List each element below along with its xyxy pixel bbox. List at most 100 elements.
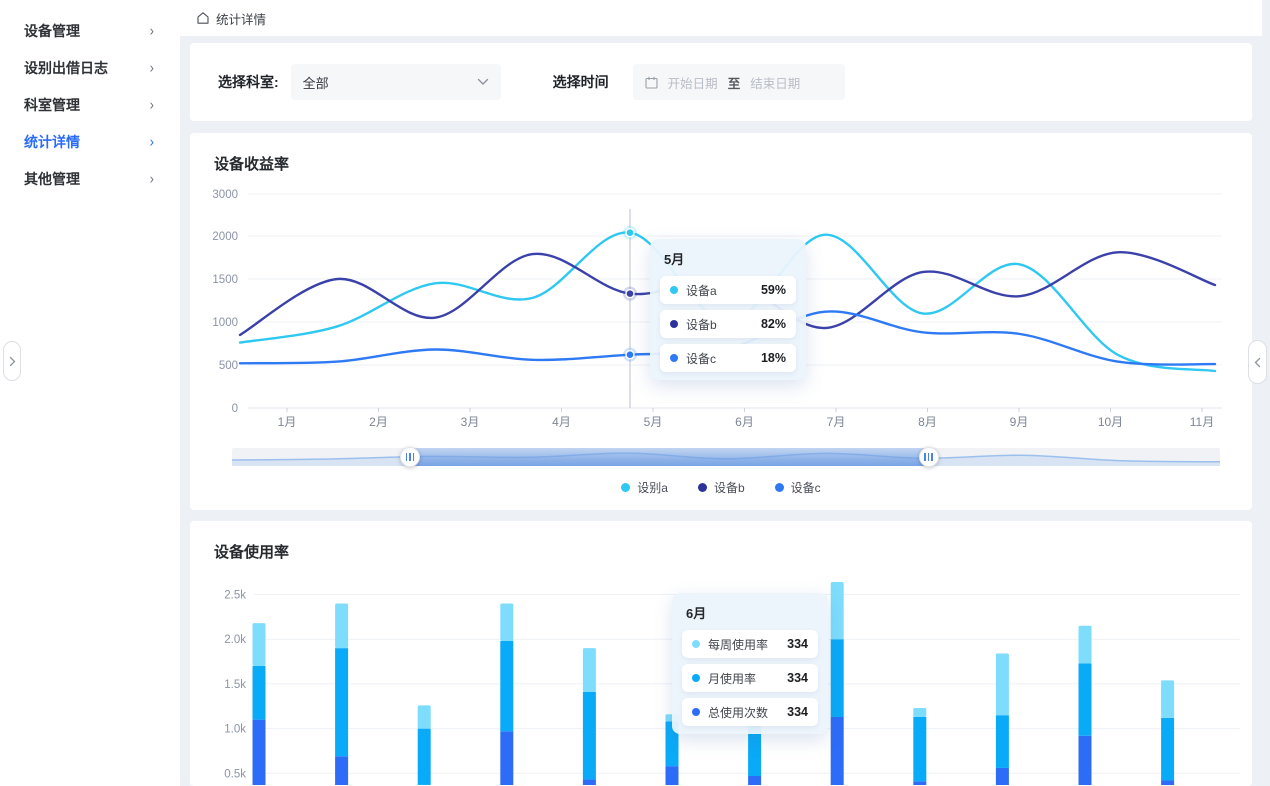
bar-segment (1161, 780, 1174, 785)
tooltip-series-value: 334 (787, 671, 808, 685)
legend-label: 设备c (791, 479, 821, 496)
y-axis-tick-label: 2000 (212, 231, 238, 243)
bar-segment (831, 582, 844, 639)
end-date-input[interactable]: 结束日期 (750, 73, 800, 92)
x-axis-tick-label: 4月 (552, 415, 571, 429)
sidebar-item-label: 设别出借日志 (24, 58, 108, 78)
y-axis-tick-label: 2.5k (224, 590, 246, 602)
legend-label: 设别a (637, 479, 668, 496)
usage-chart-card: 设备使用率 0.5k1.0k1.5k2.0k2.5k 6月每周使用率334月使用… (190, 521, 1252, 786)
bar-segment (418, 729, 431, 785)
department-select[interactable]: 全部 (291, 64, 501, 100)
legend-dot-icon (621, 483, 630, 492)
tooltip-row: 设备c18% (660, 344, 796, 372)
stacked-bar[interactable] (1161, 680, 1174, 785)
filter-card: 选择科室: 全部 选择时间 开始日期 至 结束日期 (190, 43, 1252, 121)
bar-segment (913, 781, 926, 785)
start-date-input[interactable]: 开始日期 (668, 73, 718, 92)
bar-segment (500, 603, 513, 641)
filter-row: 选择科室: 全部 选择时间 开始日期 至 结束日期 (218, 64, 845, 100)
stacked-bar[interactable] (335, 603, 348, 785)
legend-item[interactable]: 设别a (621, 479, 668, 496)
bar-segment (666, 766, 679, 785)
home-icon (196, 11, 210, 25)
sidebar-item[interactable]: 统计详情› (0, 123, 180, 160)
datazoom-left-handle[interactable] (400, 447, 420, 467)
x-axis-tick-label: 8月 (918, 415, 937, 429)
datazoom-selected-range[interactable] (410, 448, 929, 466)
bar-segment (748, 776, 761, 785)
series-dot-icon (692, 674, 700, 682)
tooltip-series-name: 每周使用率 (708, 636, 787, 653)
stacked-bar[interactable] (583, 648, 596, 785)
datazoom-right-handle[interactable] (919, 447, 939, 467)
y-axis-tick-label: 3000 (212, 189, 238, 201)
tooltip-series-name: 设备b (686, 316, 761, 333)
sidebar-item-label: 设备管理 (24, 21, 80, 41)
tooltip-series-name: 设备c (686, 350, 761, 367)
bar-segment (583, 648, 596, 692)
legend-dot-icon (775, 483, 784, 492)
stacked-bar[interactable] (500, 603, 513, 785)
y-axis-tick-label: 0 (232, 403, 238, 415)
bar-segment (500, 641, 513, 731)
bar-segment (996, 768, 1009, 785)
stacked-bar[interactable] (418, 705, 431, 785)
y-axis-tick-label: 2.0k (224, 634, 246, 646)
breadcrumb-bar: 统计详情 (180, 0, 1262, 36)
bar-segment (253, 623, 266, 666)
stacked-bar[interactable] (831, 582, 844, 785)
sidebar-item-label: 其他管理 (24, 169, 80, 189)
legend-dot-icon (698, 483, 707, 492)
tooltip-title: 6月 (686, 603, 818, 622)
stacked-bar[interactable] (253, 623, 266, 785)
y-axis-tick-label: 1.5k (224, 679, 246, 691)
sidebar-expand-toggle[interactable] (3, 341, 21, 381)
tooltip-row: 设备a59% (660, 276, 796, 304)
tooltip-row: 总使用次数334 (682, 698, 818, 726)
date-range-picker[interactable]: 开始日期 至 结束日期 (633, 64, 845, 100)
legend-item[interactable]: 设备c (775, 479, 821, 496)
sidebar-item[interactable]: 设别出借日志› (0, 49, 180, 86)
bar-chart-tooltip: 6月每周使用率334月使用率334总使用次数334 (672, 593, 828, 734)
stacked-bar[interactable] (996, 654, 1009, 785)
datazoom-slider[interactable] (232, 448, 1220, 466)
series-dot-icon (692, 640, 700, 648)
time-label: 选择时间 (553, 72, 609, 92)
sidebar-item[interactable]: 其他管理› (0, 160, 180, 197)
series-dot-icon (670, 286, 678, 294)
sidebar-item[interactable]: 科室管理› (0, 86, 180, 123)
tooltip-series-name: 总使用次数 (708, 704, 787, 721)
bar-segment (913, 717, 926, 781)
x-axis-tick-label: 10月 (1098, 415, 1123, 429)
data-point-dot (626, 351, 634, 359)
tooltip-series-name: 设备a (686, 282, 761, 299)
y-axis-tick-label: 500 (219, 360, 238, 372)
bar-segment (1161, 718, 1174, 781)
stacked-bar[interactable] (913, 708, 926, 785)
x-axis-tick-label: 1月 (278, 415, 297, 429)
panel-collapse-toggle[interactable] (1248, 340, 1267, 384)
chevron-left-icon (1254, 357, 1261, 368)
department-select-value: 全部 (303, 73, 329, 92)
x-axis-tick-label: 7月 (827, 415, 846, 429)
bar-segment (831, 639, 844, 717)
bar-segment (996, 654, 1009, 716)
bar-segment (335, 603, 348, 648)
legend-item[interactable]: 设备b (698, 479, 745, 496)
bar-segment (335, 756, 348, 785)
sidebar-item[interactable]: 设备管理 › (0, 12, 180, 49)
sidebar-item-label: 统计详情 (24, 132, 80, 152)
data-point-dot (626, 290, 634, 298)
tooltip-row: 月使用率334 (682, 664, 818, 692)
tooltip-series-value: 334 (787, 637, 808, 651)
bar-segment (335, 648, 348, 756)
x-axis-tick-label: 3月 (461, 415, 480, 429)
chevron-down-icon (477, 78, 489, 86)
bar-segment (996, 715, 1009, 768)
breadcrumb[interactable]: 统计详情 (216, 9, 266, 28)
chevron-right-icon: › (150, 22, 154, 39)
stacked-bar[interactable] (1079, 626, 1092, 785)
app-root: 设备管理 › 设别出借日志›科室管理›统计详情›其他管理› 统计详情 选择科室: 全… (0, 0, 1270, 786)
bar-segment (1079, 736, 1092, 785)
